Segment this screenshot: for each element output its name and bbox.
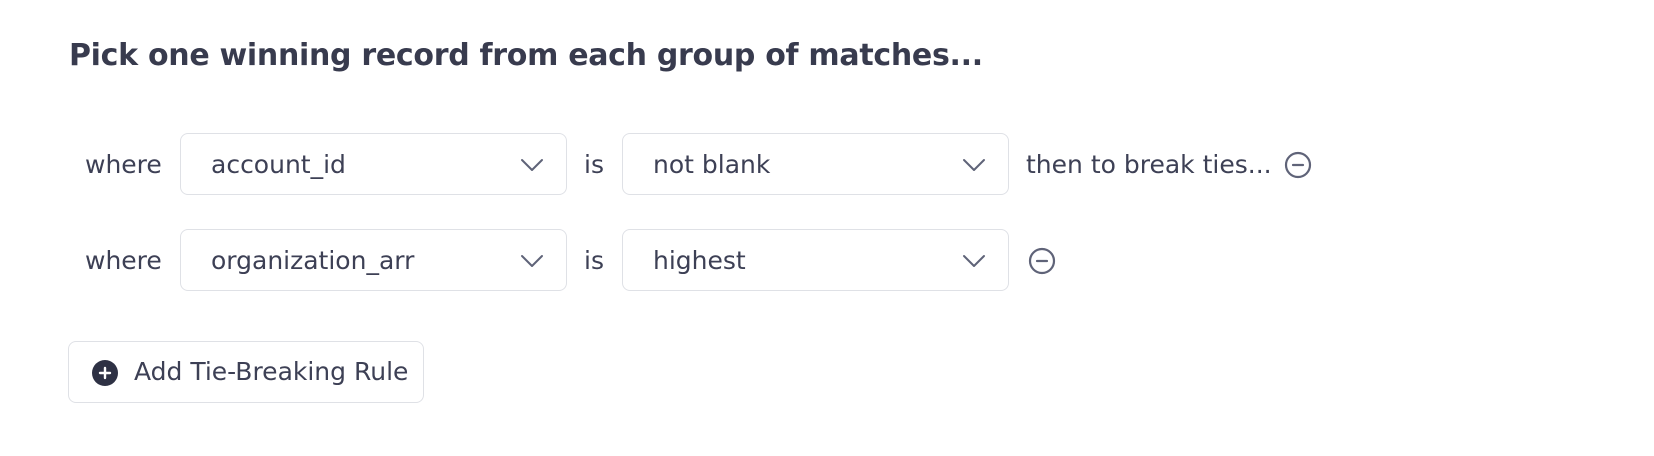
- add-tie-breaking-rule-button[interactable]: Add Tie-Breaking Rule: [68, 341, 424, 403]
- field-select[interactable]: account_id: [180, 133, 567, 195]
- operator-select[interactable]: not blank: [622, 133, 1009, 195]
- tie-break-label: then to break ties...: [1026, 150, 1272, 179]
- field-select-value: organization_arr: [211, 246, 415, 275]
- chevron-down-icon: [963, 255, 985, 267]
- field-select-value: account_id: [211, 150, 346, 179]
- add-tie-breaking-rule-label: Add Tie-Breaking Rule: [134, 357, 409, 386]
- minus-circle-icon[interactable]: [1284, 151, 1312, 179]
- chevron-down-icon: [521, 255, 543, 267]
- operator-select[interactable]: highest: [622, 229, 1009, 291]
- plus-circle-icon: [92, 360, 118, 386]
- is-label: is: [584, 246, 604, 275]
- chevron-down-icon: [521, 159, 543, 171]
- field-select[interactable]: organization_arr: [180, 229, 567, 291]
- page-title: Pick one winning record from each group …: [69, 38, 983, 73]
- rule-row: where account_id is not blank then to br…: [0, 133, 1654, 197]
- chevron-down-icon: [963, 159, 985, 171]
- operator-select-value: highest: [653, 246, 746, 275]
- is-label: is: [584, 150, 604, 179]
- operator-select-value: not blank: [653, 150, 771, 179]
- where-label: where: [85, 150, 162, 179]
- where-label: where: [85, 246, 162, 275]
- minus-circle-icon[interactable]: [1028, 247, 1056, 275]
- rule-row: where organization_arr is highest: [0, 229, 1654, 293]
